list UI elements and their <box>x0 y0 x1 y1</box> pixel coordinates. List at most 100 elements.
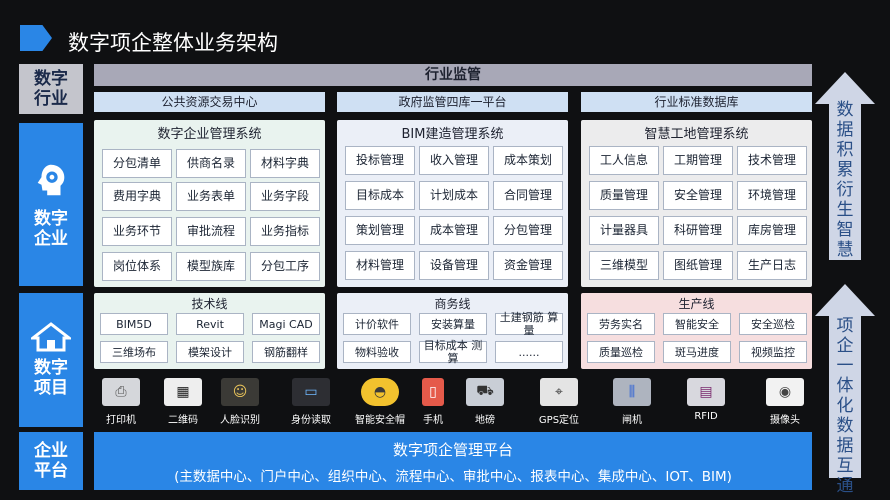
module-cell[interactable]: 收入管理 <box>419 146 489 175</box>
qrcode-icon: ▦ <box>164 378 202 406</box>
face-recognition-icon: ☺ <box>221 378 259 406</box>
side-label-text: 项目 <box>34 378 68 398</box>
tool-cell[interactable]: ...... <box>495 341 563 363</box>
side-label-text: 数字 <box>34 69 68 89</box>
gps-icon: ⌖ <box>540 378 578 406</box>
panel-title: BIM建造管理系统 <box>401 127 504 142</box>
tool-cell[interactable]: 物料验收 <box>343 341 411 363</box>
panel-production-line: 生产线 劳务实名 智能安全 安全巡检 质量巡检 斑马进度 视频监控 <box>581 293 812 369</box>
tool-cell[interactable]: 钢筋翻样 <box>252 341 320 363</box>
sub-bar-standard-db: 行业标准数据库 <box>581 92 812 112</box>
right-down-label: 项企一体化数据互通 <box>836 316 854 496</box>
device-label: 摄像头 <box>770 415 800 426</box>
printer-icon: ⎙ <box>102 378 140 406</box>
line-title: 商务线 <box>434 297 471 311</box>
panel-bim-construction: BIM建造管理系统 投标管理 收入管理 成本策划 目标成本 计划成本 合同管理 … <box>337 120 568 287</box>
module-cell[interactable]: 质量管理 <box>589 181 659 210</box>
module-cell[interactable]: 分包清单 <box>102 149 172 178</box>
device-label: 地磅 <box>475 415 495 426</box>
module-cell[interactable]: 岗位体系 <box>102 252 172 281</box>
module-cell[interactable]: 分包工序 <box>250 252 320 281</box>
side-label-text: 数字 <box>34 358 68 378</box>
truck-scale-icon: ⛟ <box>466 378 504 406</box>
module-cell[interactable]: 策划管理 <box>345 216 415 245</box>
right-up-text: 数据积累衍生智慧 <box>826 100 864 260</box>
module-cell[interactable]: 材料管理 <box>345 251 415 280</box>
tool-cell[interactable]: Revit <box>176 313 244 335</box>
side-label-enterprise: 数字 企业 <box>19 123 83 286</box>
module-cell[interactable]: 业务表单 <box>176 182 246 211</box>
tool-cell[interactable]: 目标成本 测算 <box>419 339 487 365</box>
module-cell[interactable]: 安全管理 <box>663 181 733 210</box>
module-cell[interactable]: 成本管理 <box>419 216 489 245</box>
platform-bar: 数字项企管理平台 (主数据中心、门户中心、组织中心、流程中心、审批中心、报表中心… <box>94 432 812 490</box>
camera-icon: ◉ <box>766 378 804 406</box>
tool-cell[interactable]: 安装算量 <box>419 313 487 335</box>
module-cell[interactable]: 分包管理 <box>493 216 563 245</box>
side-label-platform: 企业 平台 <box>19 432 83 490</box>
module-cell[interactable]: 三维模型 <box>589 251 659 280</box>
rfid-icon: ▤ <box>687 378 725 406</box>
module-cell[interactable]: 投标管理 <box>345 146 415 175</box>
module-cell[interactable]: 成本策划 <box>493 146 563 175</box>
module-cell[interactable]: 工人信息 <box>589 146 659 175</box>
side-label-text: 企业 <box>34 441 68 461</box>
module-cell[interactable]: 库房管理 <box>737 216 807 245</box>
tool-cell[interactable]: 土建钢筋 算量 <box>495 311 563 337</box>
line-title: 技术线 <box>191 297 228 311</box>
tool-cell[interactable]: 安全巡检 <box>739 313 807 335</box>
module-cell[interactable]: 目标成本 <box>345 181 415 210</box>
module-cell[interactable]: 图纸管理 <box>663 251 733 280</box>
module-cell[interactable]: 设备管理 <box>419 251 489 280</box>
line-title: 生产线 <box>678 297 715 311</box>
device-label: GPS定位 <box>538 415 580 426</box>
module-cell[interactable]: 合同管理 <box>493 181 563 210</box>
module-cell[interactable]: 业务环节 <box>102 217 172 246</box>
module-cell[interactable]: 资金管理 <box>493 251 563 280</box>
module-cell[interactable]: 生产日志 <box>737 251 807 280</box>
module-cell[interactable]: 费用字典 <box>102 182 172 211</box>
device-printer: ⎙ 打印机 <box>86 378 156 426</box>
tool-cell[interactable]: 劳务实名 <box>587 313 655 335</box>
module-cell[interactable]: 计量器具 <box>589 216 659 245</box>
module-cell[interactable]: 计划成本 <box>419 181 489 210</box>
device-rfid: ▤ RFID <box>671 378 741 422</box>
device-face-recognition: ☺ 人脸识别 <box>205 378 275 426</box>
module-cell[interactable]: 模型族库 <box>176 252 246 281</box>
side-label-text: 企业 <box>34 228 68 249</box>
panel-enterprise-management: 数字企业管理系统 分包清单 供商名录 材料字典 费用字典 业务表单 业务字段 业… <box>94 120 325 287</box>
title-arrow-icon <box>20 25 52 51</box>
tool-cell[interactable]: 质量巡检 <box>587 341 655 363</box>
right-up-label: 数据积累衍生智慧 <box>836 100 854 260</box>
module-cell[interactable]: 供商名录 <box>176 149 246 178</box>
panel-title: 智慧工地管理系统 <box>644 127 749 142</box>
side-label-text: 行业 <box>34 89 68 109</box>
device-label: 身份读取 <box>291 415 331 426</box>
module-cell[interactable]: 工期管理 <box>663 146 733 175</box>
module-cell[interactable]: 业务指标 <box>250 217 320 246</box>
device-label: 打印机 <box>106 415 136 426</box>
module-cell[interactable]: 审批流程 <box>176 217 246 246</box>
tool-cell[interactable]: Magi CAD <box>252 313 320 335</box>
panel-business-line: 商务线 计价软件 安装算量 土建钢筋 算量 物料验收 目标成本 测算 .....… <box>337 293 568 369</box>
module-cell[interactable]: 环境管理 <box>737 181 807 210</box>
tool-cell[interactable]: 斑马进度 <box>663 341 731 363</box>
helmet-icon: ◓ <box>361 378 399 406</box>
device-id-reader: ▭ 身份读取 <box>276 378 346 426</box>
device-label: 人脸识别 <box>220 415 260 426</box>
module-cell[interactable]: 科研管理 <box>663 216 733 245</box>
tool-cell[interactable]: 视频监控 <box>739 341 807 363</box>
industry-regulation-bar: 行业监管 <box>94 64 812 86</box>
tool-cell[interactable]: 智能安全 <box>663 313 731 335</box>
head-gear-icon <box>37 164 65 195</box>
module-cell[interactable]: 材料字典 <box>250 149 320 178</box>
phone-icon: ▯ <box>422 378 444 406</box>
module-cell[interactable]: 技术管理 <box>737 146 807 175</box>
tool-cell[interactable]: 模架设计 <box>176 341 244 363</box>
tool-cell[interactable]: 三维场布 <box>100 341 168 363</box>
module-cell[interactable]: 业务字段 <box>250 182 320 211</box>
right-down-text: 项企一体化数据互通 <box>826 316 864 496</box>
tool-cell[interactable]: BIM5D <box>100 313 168 335</box>
tool-cell[interactable]: 计价软件 <box>343 313 411 335</box>
device-camera: ◉ 摄像头 <box>750 378 820 426</box>
